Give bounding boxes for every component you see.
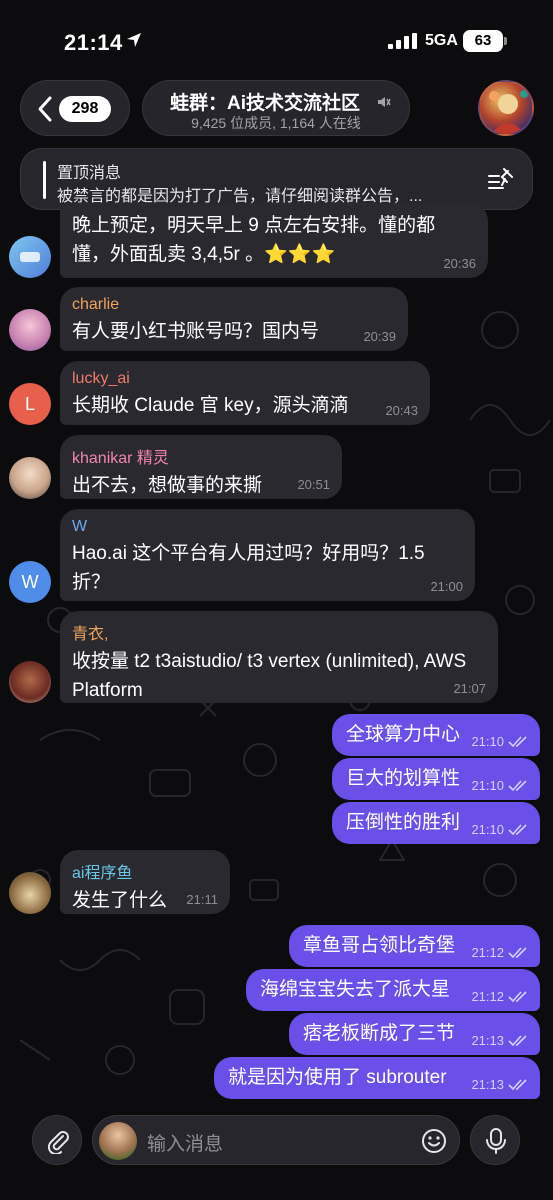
back-button[interactable]: 298 <box>20 80 130 136</box>
message-text: 长期收 Claude 官 key，源头滴滴 <box>72 395 349 416</box>
outgoing-message-bubble[interactable]: 痞老板断成了三节 21:13 <box>289 1013 540 1055</box>
sender-name[interactable]: khanikar 精灵 <box>72 444 330 468</box>
message-bubble[interactable]: 青衣, 收按量 t2 t3aistudio/ t3 vertex (unlimi… <box>60 611 498 703</box>
chat-title: 蛙群：Ai技术交流社区 <box>169 93 360 114</box>
double-check-icon <box>508 780 527 792</box>
outgoing-message-bubble[interactable]: 章鱼哥占领比奇堡 21:12 <box>289 925 540 967</box>
avatar[interactable] <box>9 661 51 703</box>
message-bubble[interactable]: ai程序鱼 发生了什么 21:11 <box>60 850 230 914</box>
message-bubble[interactable]: W Hao.ai 这个平台有人用过吗？好用吗？1.5 折？ 21:00 <box>60 509 475 601</box>
emoji-icon[interactable] <box>421 1128 447 1154</box>
signal-icon <box>388 33 417 49</box>
outgoing-message-bubble[interactable]: 海绵宝宝失去了派大星 21:12 <box>246 969 540 1011</box>
chevron-left-icon <box>38 96 52 122</box>
message-time: 21:12 <box>471 945 504 960</box>
message-time: 21:10 <box>471 822 504 837</box>
double-check-icon <box>508 824 527 836</box>
message-time: 20:51 <box>297 477 330 492</box>
avatar-image <box>20 252 40 262</box>
sender-name[interactable]: W <box>72 518 463 536</box>
double-check-icon <box>508 1035 527 1047</box>
outgoing-message-bubble[interactable]: 就是因为使用了 subrouter 21:13 <box>214 1057 540 1099</box>
message-input-placeholder: 输入消息 <box>147 1134 224 1155</box>
message-time: 21:13 <box>471 1077 504 1092</box>
pinned-indicator <box>43 161 46 199</box>
paperclip-icon <box>47 1131 69 1154</box>
message-bubble[interactable]: 晚上预定，明天早上 9 点左右安排。懂的都懂，外面乱卖 3,4,5r 。⭐⭐⭐ … <box>60 203 488 278</box>
sender-name[interactable]: ai程序鱼 <box>72 859 218 883</box>
double-check-icon <box>508 736 527 748</box>
microphone-icon <box>486 1128 506 1154</box>
pin-list-icon[interactable] <box>486 165 516 195</box>
message-time: 21:10 <box>471 778 504 793</box>
message-time: 21:13 <box>471 1033 504 1048</box>
location-arrow-icon <box>127 33 141 47</box>
pinned-title: 置顶消息 <box>57 165 122 182</box>
avatar[interactable] <box>9 309 51 351</box>
message-text: 出不去，想做事的来撕 <box>72 475 263 496</box>
send-as-avatar[interactable] <box>99 1122 137 1160</box>
message-bubble[interactable]: lucky_ai 长期收 Claude 官 key，源头滴滴 20:43 <box>60 361 430 425</box>
message-time: 21:10 <box>471 734 504 749</box>
double-check-icon <box>508 1079 527 1091</box>
mute-icon <box>378 97 391 107</box>
unread-count-badge: 298 <box>59 96 111 122</box>
message-time: 21:00 <box>430 579 463 594</box>
outgoing-message-bubble[interactable]: 全球算力中心 21:10 <box>332 714 540 756</box>
status-bar: 21:14 5GA 63 <box>0 0 553 82</box>
message-text: 晚上预定，明天早上 9 点左右安排。懂的都懂，外面乱卖 3,4,5r 。⭐⭐⭐ <box>72 215 436 265</box>
group-avatar[interactable] <box>478 80 534 136</box>
message-time: 21:12 <box>471 989 504 1004</box>
status-time: 21:14 <box>64 30 123 55</box>
message-text: Hao.ai 这个平台有人用过吗？好用吗？1.5 折？ <box>72 543 425 593</box>
pinned-message-bar[interactable]: 置顶消息 被禁言的都是因为打了广告，请仔细阅读群公告，... <box>20 148 533 210</box>
avatar[interactable] <box>9 457 51 499</box>
message-time: 21:11 <box>186 892 218 907</box>
chat-member-count: 9,425 位成员, 1,164 人在线 <box>191 115 361 131</box>
message-time: 20:36 <box>443 256 476 271</box>
sender-name[interactable]: lucky_ai <box>72 370 418 388</box>
attach-button[interactable] <box>32 1115 82 1165</box>
message-text: 有人要小红书账号吗？国内号 <box>72 321 320 342</box>
network-label: 5GA <box>425 32 458 49</box>
voice-record-button[interactable] <box>470 1115 520 1165</box>
battery-indicator: 63 <box>463 30 507 52</box>
double-check-icon <box>508 947 527 959</box>
sender-name[interactable]: 青衣, <box>72 620 486 644</box>
double-check-icon <box>508 991 527 1003</box>
avatar[interactable]: W <box>9 561 51 603</box>
sender-name[interactable]: charlie <box>72 296 396 314</box>
message-time: 21:07 <box>453 681 486 696</box>
outgoing-message-bubble[interactable]: 压倒性的胜利 21:10 <box>332 802 540 844</box>
outgoing-message-bubble[interactable]: 巨大的划算性 21:10 <box>332 758 540 800</box>
message-bubble[interactable]: khanikar 精灵 出不去，想做事的来撕 20:51 <box>60 435 342 499</box>
message-time: 20:39 <box>363 329 396 344</box>
message-text: 收按量 t2 t3aistudio/ t3 vertex (unlimited)… <box>72 651 467 701</box>
avatar[interactable] <box>9 236 51 278</box>
message-time: 20:43 <box>385 403 418 418</box>
chat-header[interactable]: 蛙群：Ai技术交流社区 9,425 位成员, 1,164 人在线 <box>142 80 410 136</box>
message-input[interactable]: 输入消息 <box>92 1115 460 1165</box>
avatar[interactable] <box>9 872 51 914</box>
avatar[interactable]: L <box>9 383 51 425</box>
message-bubble[interactable]: charlie 有人要小红书账号吗？国内号 20:39 <box>60 287 408 351</box>
